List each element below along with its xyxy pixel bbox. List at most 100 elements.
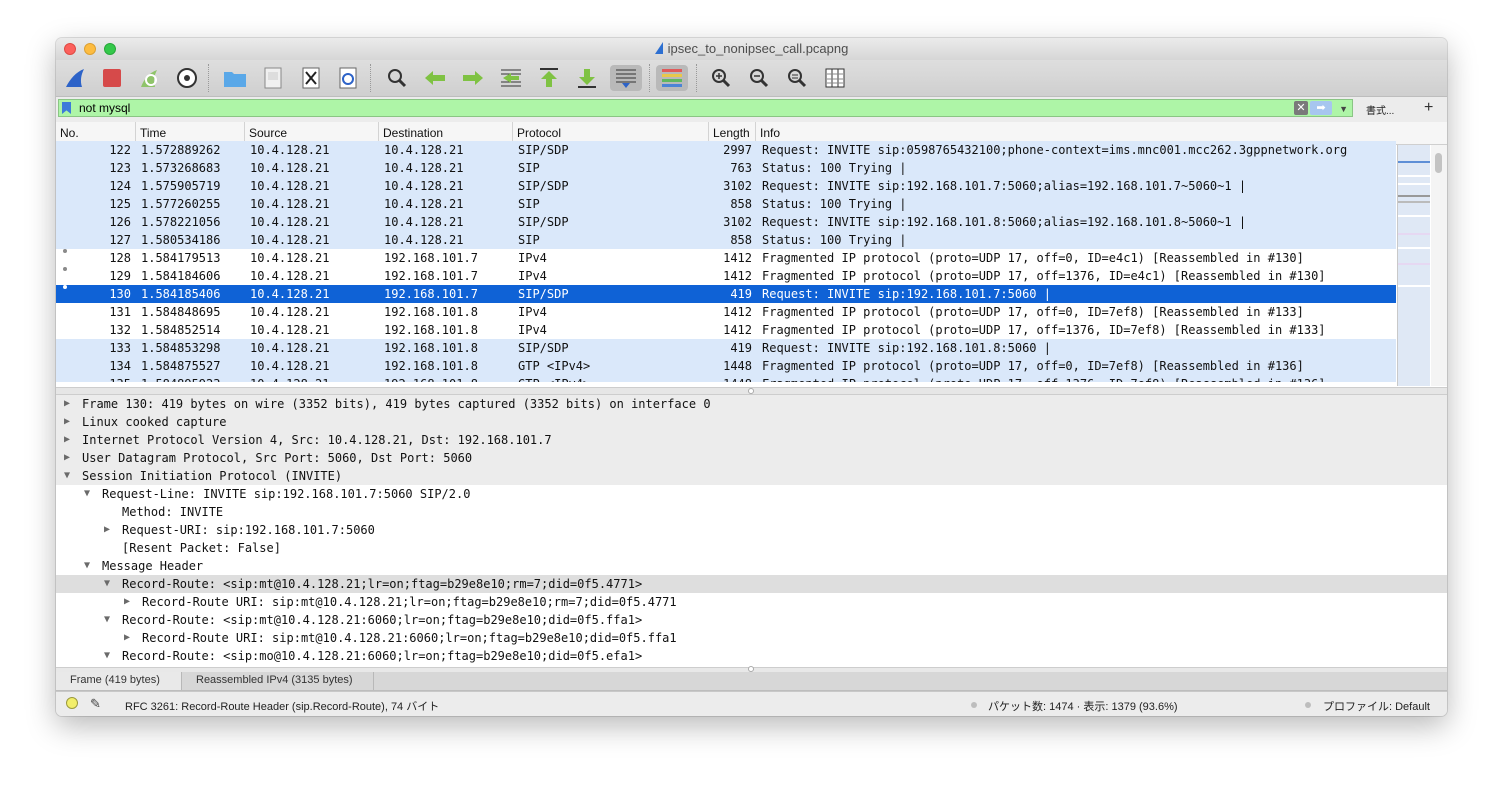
packet-row[interactable]: 135 1.584895923 10.4.128.21 192.168.101.8 GT… xyxy=(56,375,1396,382)
packet-source: 10.4.128.21 xyxy=(250,287,330,301)
filter-expression-button[interactable]: 書式... xyxy=(1366,102,1394,117)
find-packet-icon[interactable] xyxy=(384,65,410,91)
clear-filter-icon[interactable]: ✕ xyxy=(1294,101,1308,115)
filter-history-dropdown-icon[interactable]: ▼ xyxy=(1339,101,1348,117)
detail-tree-item[interactable]: [Resent Packet: False] xyxy=(56,539,1447,557)
packet-row[interactable]: 124 1.575905719 10.4.128.21 10.4.128.21 SIP/… xyxy=(56,177,1396,195)
packet-info: Status: 100 Trying | xyxy=(762,197,907,211)
resize-columns-icon[interactable] xyxy=(822,65,848,91)
expanded-triangle-icon[interactable]: ▼ xyxy=(84,485,96,503)
expanded-triangle-icon[interactable]: ▼ xyxy=(84,557,96,575)
packet-length: 763 xyxy=(730,161,752,175)
packet-no: 133 xyxy=(109,341,131,355)
packet-row[interactable]: 132 1.584852514 10.4.128.21 192.168.101.8 IP… xyxy=(56,321,1396,339)
shark-fin-start-icon[interactable] xyxy=(62,65,88,91)
packet-no: 128 xyxy=(109,251,131,265)
detail-tree-item[interactable]: ▶ Request-URI: sip:192.168.101.7:5060 xyxy=(56,521,1447,539)
packet-row[interactable]: 126 1.578221056 10.4.128.21 10.4.128.21 SIP/… xyxy=(56,213,1396,231)
go-last-icon[interactable] xyxy=(574,65,600,91)
packet-row[interactable]: 128 1.584179513 10.4.128.21 192.168.101.7 IP… xyxy=(56,249,1396,267)
go-to-packet-icon[interactable] xyxy=(498,65,524,91)
tab-reassembled-ipv4[interactable]: Reassembled IPv4 (3135 bytes) xyxy=(182,672,374,690)
packet-row[interactable]: 122 1.572889262 10.4.128.21 10.4.128.21 SIP/… xyxy=(56,141,1396,159)
apply-filter-icon[interactable]: ➡ xyxy=(1310,101,1332,115)
collapsed-triangle-icon[interactable]: ▶ xyxy=(104,521,116,539)
expanded-triangle-icon[interactable]: ▼ xyxy=(104,611,116,629)
main-toolbar xyxy=(56,60,1447,97)
expanded-triangle-icon[interactable]: ▼ xyxy=(64,467,76,485)
capture-options-icon[interactable] xyxy=(174,65,200,91)
packet-destination: 10.4.128.21 xyxy=(384,215,464,229)
collapsed-triangle-icon[interactable]: ▶ xyxy=(64,413,76,431)
reload-file-icon[interactable] xyxy=(335,65,361,91)
bookmark-icon[interactable] xyxy=(62,102,71,114)
packet-no: 125 xyxy=(109,197,131,211)
detail-tree-item[interactable]: ▶ Internet Protocol Version 4, Src: 10.4.… xyxy=(56,431,1447,449)
packet-row[interactable]: 130 1.584185406 10.4.128.21 192.168.101.7 SI… xyxy=(56,285,1396,303)
restart-capture-icon[interactable] xyxy=(136,65,162,91)
detail-tree-item[interactable]: ▶ Record-Route URI: sip:mt@10.4.128.21;lr… xyxy=(56,593,1447,611)
packet-minimap[interactable] xyxy=(1397,145,1430,386)
detail-tree-item[interactable]: ▼ Message Header xyxy=(56,557,1447,575)
collapsed-triangle-icon[interactable]: ▶ xyxy=(124,629,136,647)
go-back-icon[interactable] xyxy=(422,65,448,91)
detail-tree-item[interactable]: ▼ Record-Route: <sip:mt@10.4.128.21;lr=on… xyxy=(56,575,1447,593)
capture-comment-icon[interactable]: ✎ xyxy=(90,696,101,712)
colorize-icon[interactable] xyxy=(656,65,688,91)
packet-no: 123 xyxy=(109,161,131,175)
filter-text[interactable]: not mysql xyxy=(79,100,130,116)
detail-tree-item[interactable]: ▶ Frame 130: 419 bytes on wire (3352 bits… xyxy=(56,395,1447,413)
packet-destination: 192.168.101.8 xyxy=(384,341,478,355)
packet-length: 1412 xyxy=(723,305,752,319)
collapsed-triangle-icon[interactable]: ▶ xyxy=(64,449,76,467)
packet-row[interactable]: 131 1.584848695 10.4.128.21 192.168.101.8 IP… xyxy=(56,303,1396,321)
expanded-triangle-icon[interactable]: ▼ xyxy=(104,575,116,593)
display-filter-input[interactable]: not mysql ✕ ➡ ▼ xyxy=(58,99,1353,117)
packet-row[interactable]: 129 1.584184606 10.4.128.21 192.168.101.7 IP… xyxy=(56,267,1396,285)
save-file-icon[interactable] xyxy=(260,65,286,91)
close-file-icon[interactable] xyxy=(298,65,324,91)
collapsed-triangle-icon[interactable]: ▶ xyxy=(64,431,76,449)
pane-splitter[interactable] xyxy=(56,387,1447,395)
go-first-icon[interactable] xyxy=(536,65,562,91)
packet-source: 10.4.128.21 xyxy=(250,143,330,157)
detail-tree-item[interactable]: Method: INVITE xyxy=(56,503,1447,521)
packet-time: 1.584179513 xyxy=(141,251,221,265)
stop-capture-icon[interactable] xyxy=(99,65,125,91)
add-filter-button[interactable]: + xyxy=(1424,99,1433,117)
expanded-triangle-icon[interactable]: ▼ xyxy=(104,647,116,665)
expert-info-indicator-icon[interactable] xyxy=(66,697,78,709)
detail-tree-item[interactable]: ▼ Request-Line: INVITE sip:192.168.101.7:… xyxy=(56,485,1447,503)
detail-tree-item[interactable]: ▶ User Datagram Protocol, Src Port: 5060,… xyxy=(56,449,1447,467)
packet-no: 130 xyxy=(109,287,131,301)
collapsed-triangle-icon[interactable]: ▶ xyxy=(124,593,136,611)
zoom-in-icon[interactable] xyxy=(708,65,734,91)
packet-list-scroll-thumb[interactable] xyxy=(1435,153,1442,173)
packet-row[interactable]: 134 1.584875527 10.4.128.21 192.168.101.8 GT… xyxy=(56,357,1396,375)
packet-row[interactable]: 127 1.580534186 10.4.128.21 10.4.128.21 SIP 8… xyxy=(56,231,1396,249)
detail-tree-item[interactable]: ▼ Record-Route: <sip:mo@10.4.128.21:6060;… xyxy=(56,647,1447,665)
tab-frame-bytes[interactable]: Frame (419 bytes) xyxy=(56,672,182,690)
packet-time: 1.572889262 xyxy=(141,143,221,157)
packet-row[interactable]: 123 1.573268683 10.4.128.21 10.4.128.21 SIP 7… xyxy=(56,159,1396,177)
detail-tree-item[interactable]: ▼ Session Initiation Protocol (INVITE) xyxy=(56,467,1447,485)
packet-source: 10.4.128.21 xyxy=(250,179,330,193)
packet-time: 1.578221056 xyxy=(141,215,221,229)
open-file-icon[interactable] xyxy=(222,65,248,91)
collapsed-triangle-icon[interactable]: ▶ xyxy=(64,395,76,413)
zoom-normal-icon[interactable] xyxy=(784,65,810,91)
zoom-out-icon[interactable] xyxy=(746,65,772,91)
detail-tree-item[interactable]: ▼ Record-Route: <sip:mt@10.4.128.21:6060;… xyxy=(56,611,1447,629)
profile-selector[interactable]: プロファイル: Default xyxy=(1323,698,1430,714)
packet-row[interactable]: 125 1.577260255 10.4.128.21 10.4.128.21 SIP 8… xyxy=(56,195,1396,213)
autoscroll-icon[interactable] xyxy=(610,65,642,91)
detail-tree-item[interactable]: ▶ Record-Route URI: sip:mt@10.4.128.21:60… xyxy=(56,629,1447,647)
go-forward-icon[interactable] xyxy=(460,65,486,91)
packet-no: 134 xyxy=(109,359,131,373)
detail-tree-label: Record-Route URI: sip:mt@10.4.128.21;lr=… xyxy=(142,595,677,609)
packet-row[interactable]: 133 1.584853298 10.4.128.21 192.168.101.8 SI… xyxy=(56,339,1396,357)
packet-list-scrollbar[interactable] xyxy=(1431,145,1447,386)
profile-separator-icon xyxy=(1305,702,1311,708)
detail-tree-item[interactable]: ▶ Linux cooked capture xyxy=(56,413,1447,431)
packet-source: 10.4.128.21 xyxy=(250,197,330,211)
